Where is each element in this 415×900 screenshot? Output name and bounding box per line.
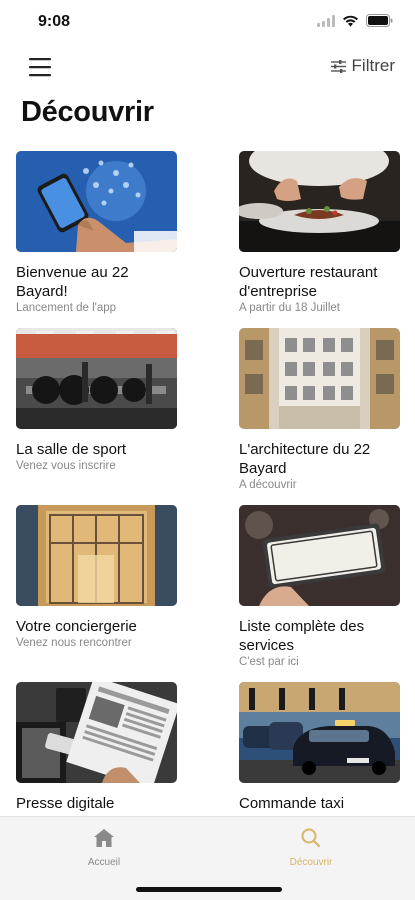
tab-decouvrir[interactable]: Découvrir	[271, 827, 351, 868]
card-title: Commande taxi	[239, 795, 345, 812]
home-icon	[94, 829, 114, 847]
card-architecture[interactable]: L'architecture du 22 Bayard A découvrir	[239, 328, 400, 491]
card-image-taxi	[239, 682, 400, 783]
card-title: Presse digitale	[16, 795, 115, 812]
card-salle-sport[interactable]: La salle de sport Venez vous inscrire	[16, 328, 177, 472]
top-bar: Filtrer	[0, 50, 415, 86]
card-subtitle: A partir du 18 Juillet	[239, 302, 341, 314]
filter-label: Filtrer	[351, 56, 395, 75]
filter-button[interactable]: Filtrer	[330, 56, 395, 76]
status-time: 9:08	[38, 13, 71, 30]
home-indicator	[136, 887, 282, 892]
card-title: Liste complète des services	[239, 618, 365, 654]
card-title: L'architecture du 22 Bayard	[239, 441, 371, 477]
card-image-phone-icons	[16, 151, 177, 252]
card-image-gym	[16, 328, 177, 429]
card-subtitle: Lancement de l'app	[16, 302, 117, 314]
card-restaurant[interactable]: Ouverture restaurant d'entreprise A part…	[239, 151, 400, 314]
signal-icon	[317, 14, 335, 32]
card-conciergerie[interactable]: Votre conciergerie Venez nous rencontrer	[16, 505, 177, 649]
card-subtitle: Venez vous inscrire	[16, 460, 116, 472]
card-image-open-sign	[239, 505, 400, 606]
page-title: Découvrir	[21, 96, 154, 128]
status-bar: 9:08	[0, 0, 415, 44]
card-taxi[interactable]: Commande taxi	[239, 682, 400, 814]
card-bienvenue[interactable]: Bienvenue au 22 Bayard! Lancement de l'a…	[16, 151, 177, 314]
card-subtitle: A découvrir	[239, 479, 297, 491]
card-title: Votre conciergerie	[16, 618, 137, 635]
battery-icon	[366, 14, 393, 32]
search-icon	[301, 828, 321, 848]
card-image-entrance	[16, 505, 177, 606]
card-title: Bienvenue au 22 Bayard!	[16, 264, 129, 300]
tab-label: Découvrir	[289, 857, 333, 868]
card-subtitle: Venez nous rencontrer	[16, 637, 132, 649]
card-image-building	[239, 328, 400, 429]
status-icons	[317, 14, 393, 32]
card-title: La salle de sport	[16, 441, 127, 458]
card-services[interactable]: Liste complète des services C'est par ic…	[239, 505, 400, 668]
menu-button[interactable]	[28, 56, 52, 78]
card-image-chef-plating	[239, 151, 400, 252]
card-presse[interactable]: Presse digitale	[16, 682, 177, 814]
wifi-icon	[342, 14, 359, 32]
sliders-icon	[330, 59, 346, 73]
tab-accueil[interactable]: Accueil	[64, 827, 144, 868]
card-image-newspaper	[16, 682, 177, 783]
card-title: Ouverture restaurant d'entreprise	[239, 264, 378, 300]
tab-label: Accueil	[87, 857, 121, 868]
hamburger-icon	[29, 58, 51, 77]
card-subtitle: C'est par ici	[239, 656, 299, 668]
